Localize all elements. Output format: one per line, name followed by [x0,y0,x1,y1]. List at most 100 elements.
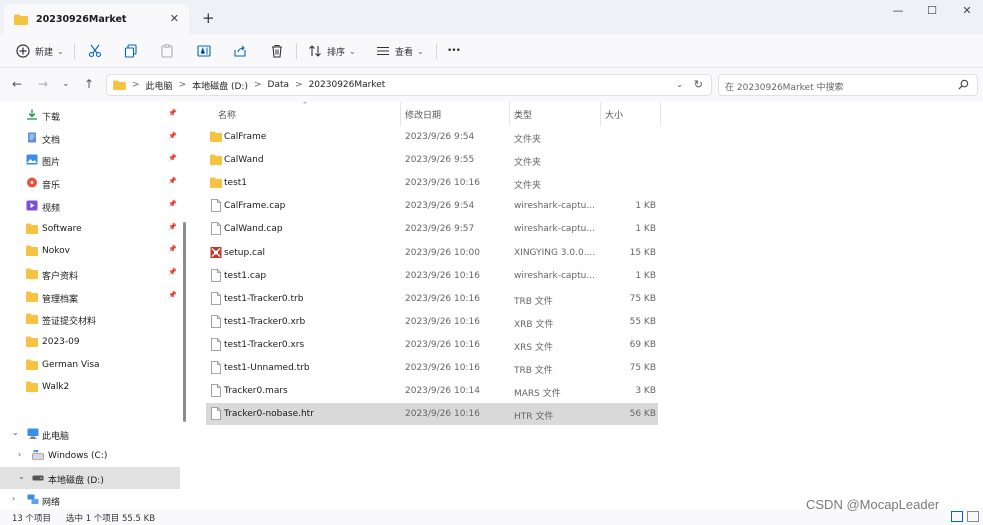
recent-locations-chevron-icon[interactable]: ⌄ [62,79,70,89]
column-header-size[interactable]: 大小 [605,108,623,126]
chevron-down-icon[interactable]: ⌄ [12,428,19,437]
column-divider[interactable] [509,102,510,126]
details-view-icon[interactable] [951,511,963,522]
more-options-button[interactable]: ••• [447,41,461,61]
nav-item-quick-access[interactable]: Software 📌 [0,218,180,240]
file-row[interactable]: CalWand 2023/9/26 9:55 文件夹 [206,149,658,171]
nav-item-quick-access[interactable]: German Visa [0,354,180,376]
pin-icon[interactable]: 📌 [168,132,177,140]
chevron-down-icon[interactable]: ⌄ [18,472,25,481]
breadcrumb-data[interactable]: Data [268,80,290,90]
new-button[interactable]: 新建 ⌄ [16,41,64,61]
column-header-type[interactable]: 类型 [514,108,532,126]
close-window-button[interactable]: ✕ [957,4,977,20]
file-date: 2023/9/26 10:16 [405,178,480,189]
paste-button[interactable] [160,41,174,61]
file-row[interactable]: CalFrame.cap 2023/9/26 9:54 wireshark-capt… [206,195,658,217]
file-type: 文件夹 [514,135,542,145]
xingying-icon [210,246,222,259]
file-row[interactable]: test1 2023/9/26 10:16 文件夹 [206,172,658,194]
breadcrumb-separator: > [178,80,187,90]
refresh-icon[interactable]: ↻ [694,78,703,91]
nav-item-quick-access[interactable]: 客户资料 📌 [0,263,180,285]
nav-label: Nokov [42,246,70,257]
nav-item-quick-access[interactable]: 签证提交材料 [0,308,180,330]
nav-item-network[interactable]: › 网络 [0,489,180,511]
nav-item-quick-access[interactable]: 下载 📌 [0,104,180,126]
nav-item-quick-access[interactable]: 2023-09 [0,331,180,353]
search-box[interactable]: 在 20230926Market 中搜索 [718,74,978,96]
pin-icon[interactable]: 📌 [168,223,177,231]
address-dropdown-icon[interactable]: ⌄ [676,80,683,89]
delete-button[interactable] [270,41,284,61]
pin-icon[interactable]: 📌 [168,291,177,299]
nav-scrollbar[interactable] [183,222,186,422]
breadcrumb-this-pc[interactable]: 此电脑 [146,79,173,92]
nav-label: 本地磁盘 (D:) [48,476,104,486]
file-row[interactable]: test1.cap 2023/9/26 10:16 wireshark-captu.… [206,265,658,287]
nav-item-quick-access[interactable]: 管理档案 📌 [0,286,180,308]
view-button[interactable]: 查看 ⌄ [376,41,424,61]
new-label: 新建 [35,47,54,58]
sort-button[interactable]: 排序 ⌄ [308,41,356,61]
chevron-right-icon[interactable]: › [12,494,15,503]
file-row[interactable]: setup.cal 2023/9/26 10:00 XINGYING 3.0.0..… [206,242,658,264]
file-type: XRB 文件 [514,319,554,330]
minimize-button[interactable]: — [888,4,908,20]
nav-item-quick-access[interactable]: 音乐 📌 [0,172,180,194]
folder-icon [210,130,222,143]
folder-icon [113,80,126,90]
file-icon [210,314,222,328]
nav-label: Windows (C:) [48,451,108,461]
file-row[interactable]: test1-Tracker0.xrs 2023/9/26 10:16 XRS 文件 6… [206,334,658,356]
file-row[interactable]: test1-Tracker0.trb 2023/9/26 10:16 TRB 文件 7… [206,288,658,310]
share-button[interactable] [233,41,247,61]
nav-item-quick-access[interactable]: 图片 📌 [0,149,180,171]
file-row[interactable]: test1-Tracker0.xrb 2023/9/26 10:16 XRB 文件 5… [206,311,658,333]
rename-icon [197,45,211,57]
nav-label: 此电脑 [42,432,70,442]
thumbnail-view-icon[interactable] [967,511,979,522]
file-size: 3 KB [635,386,656,397]
rename-button[interactable] [197,41,211,61]
pin-icon[interactable]: 📌 [168,200,177,208]
column-divider[interactable] [600,102,601,126]
document-icon [26,132,38,143]
nav-item-quick-access[interactable]: Nokov 📌 [0,240,180,262]
tab-20230926market[interactable]: 20230926Market ✕ [4,4,189,34]
file-row[interactable]: Tracker0.mars 2023/9/26 10:14 MARS 文件 3 KB [206,380,658,402]
pin-icon[interactable]: 📌 [168,245,177,253]
breadcrumb-20230926market[interactable]: 20230926Market [309,80,386,90]
pin-icon[interactable]: 📌 [168,154,177,162]
new-tab-button[interactable]: + [202,9,215,27]
forward-arrow-icon[interactable]: → [38,77,48,91]
file-row[interactable]: CalWand.cap 2023/9/26 9:57 wireshark-captu… [206,218,658,240]
file-row[interactable]: test1-Unnamed.trb 2023/9/26 10:16 TRB 文件 75… [206,357,658,379]
file-row[interactable]: CalFrame 2023/9/26 9:54 文件夹 [206,126,658,148]
pin-icon[interactable]: 📌 [168,268,177,276]
up-arrow-icon[interactable]: ↑ [84,77,94,91]
nav-item-quick-access[interactable]: 文档 📌 [0,127,180,149]
close-tab-button[interactable]: ✕ [170,12,179,25]
column-divider[interactable] [660,102,661,126]
column-divider[interactable] [400,102,401,126]
pin-icon[interactable]: 📌 [168,177,177,185]
file-row[interactable]: Tracker0-nobase.htr 2023/9/26 10:16 HTR 文件… [206,403,658,426]
cut-button[interactable] [88,41,102,61]
search-icon[interactable] [958,79,969,90]
breadcrumb-local-disk-d[interactable]: 本地磁盘 (D:) [192,79,248,92]
chevron-right-icon[interactable]: › [18,450,21,459]
column-header-name[interactable]: 名称 [218,108,236,126]
nav-item-quick-access[interactable]: Walk2 [0,376,180,398]
pin-icon[interactable]: 📌 [168,109,177,117]
back-arrow-icon[interactable]: ← [12,77,22,91]
maximize-button[interactable]: ☐ [922,4,942,20]
copy-button[interactable] [124,41,138,61]
nav-item-local-disk-d[interactable]: ⌄ 本地磁盘 (D:) [0,467,180,489]
nav-item-this-pc[interactable]: ⌄ 此电脑 [0,423,180,445]
column-header-date[interactable]: 修改日期 [405,108,441,126]
nav-item-quick-access[interactable]: 视频 📌 [0,195,180,217]
nav-item-windows-c[interactable]: › Windows (C:) [0,445,180,467]
navigation-pane: 下载 📌 文档 📌 图片 📌 音乐 📌 视频 📌 Software 📌 Nokov 📌 客户资料 📌 管理档案 📌… [0,102,190,509]
address-bar[interactable]: > 此电脑 > 本地磁盘 (D:) > Data > 20230926Marke… [106,74,712,96]
